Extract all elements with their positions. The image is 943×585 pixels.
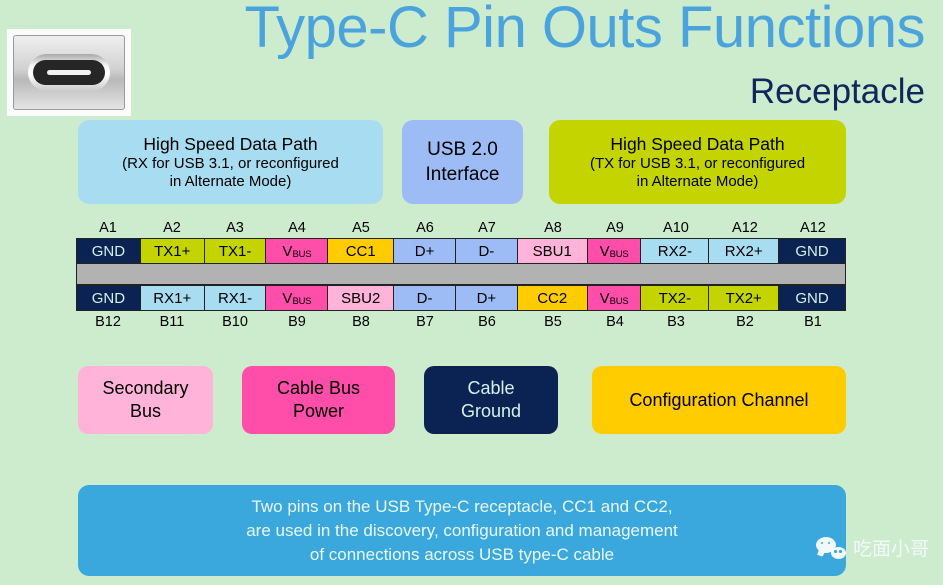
note-line1: Two pins on the USB Type-C receptacle, C… [251, 496, 673, 516]
note-box: Two pins on the USB Type-C receptacle, C… [78, 485, 846, 576]
connector-tongue [46, 70, 92, 75]
pin-cell: D- [394, 286, 456, 310]
pin-cell: RX2+ [709, 239, 780, 263]
watermark: 吃面小哥 [815, 534, 929, 561]
pin-cell: RX1+ [140, 286, 205, 310]
watermark-label: 吃面小哥 [852, 539, 929, 560]
callout-usb2-line1: USB 2.0 [427, 139, 498, 160]
pin-number-label: A10 [663, 220, 689, 236]
pin-cell: GND [77, 239, 141, 263]
pin-number-label: B2 [736, 314, 754, 330]
pin-cell: SBU2 [328, 286, 395, 310]
note-line2: are used in the discovery, configuration… [246, 520, 678, 540]
callout-rx-line1: High Speed Data Path [143, 133, 318, 154]
legend-secondary-bus: Secondary Bus [78, 366, 213, 434]
legend-secondary-bus-line1: Secondary [102, 378, 189, 398]
wechat-icon [815, 536, 846, 559]
callout-tx-line2: (TX for USB 3.1, or reconfigured [589, 154, 806, 172]
pin-number-label: B9 [288, 314, 306, 330]
pin-cell: RX1- [204, 286, 267, 310]
pin-cell: V BUS [266, 239, 329, 263]
pin-cell: D- [455, 239, 518, 263]
pin-cell: RX2- [641, 239, 710, 263]
callout-rx-line3: in Alternate Mode) [169, 172, 292, 190]
pin-cell: SBU1 [517, 239, 588, 263]
pin-row-divider [76, 264, 846, 285]
pin-row-a: GND TX1+ TX1- V BUS CC1 D+ D- SBU1 V BUS RX2- RX2+ GN… [76, 238, 846, 264]
legend-cable-bus-power: Cable Bus Power [242, 366, 395, 434]
legend-cable-bus-power-line2: Power [292, 401, 345, 421]
pin-number-label: B11 [159, 314, 185, 330]
pin-number-label: B7 [416, 314, 434, 330]
pin-number-label: B4 [606, 314, 624, 330]
callout-rx-line2: (RX for USB 3.1, or reconfigured [122, 154, 339, 172]
pin-cell: CC2 [517, 286, 588, 310]
usb-type-c-receptacle-icon [7, 29, 131, 116]
legend-cable-ground-line2: Ground [460, 401, 522, 421]
pin-number-label: A9 [606, 220, 624, 236]
pin-number-label: A4 [288, 220, 306, 236]
pin-number-label: B6 [478, 314, 496, 330]
pin-cell: TX1- [204, 239, 267, 263]
pin-number-label: A12 [800, 220, 826, 236]
callout-usb2-line2: Interface [425, 164, 500, 185]
pin-number-label: A7 [478, 220, 496, 236]
pin-number-label: B3 [667, 314, 685, 330]
pin-number-label: A12 [732, 220, 758, 236]
pin-table: GND TX1+ TX1- V BUS CC1 D+ D- SBU1 V BUS RX2- RX2+ GN… [76, 238, 846, 311]
pin-number-label: A5 [352, 220, 370, 236]
pin-cell: TX2- [641, 286, 710, 310]
pin-row-b: GND RX1+ RX1- V BUS SBU2 D- D+ CC2 V BUS TX2- TX2+ GN… [76, 285, 846, 311]
pin-number-label: B5 [544, 314, 562, 330]
connector-shell [13, 35, 125, 110]
legend-cable-ground-line1: Cable [467, 378, 515, 398]
pin-number-label: A6 [416, 220, 434, 236]
legend-cable-ground: Cable Ground [424, 366, 558, 434]
connector-port-outer [28, 53, 110, 92]
callout-high-speed-tx: High Speed Data Path (TX for USB 3.1, or… [549, 120, 846, 204]
pin-cell: TX2+ [709, 286, 780, 310]
note-line3: of connections across USB type-C cable [309, 544, 615, 564]
row-b-pin-labels: B12 B11 B10 B9 B8 B7 B6 B5 B4 B3 B2 B1 [76, 313, 846, 332]
callout-tx-line3: in Alternate Mode) [636, 172, 759, 190]
legend-secondary-bus-line2: Bus [129, 401, 162, 421]
page-title: Type-C Pin Outs Functions [244, 0, 925, 60]
page-subtitle: Receptacle [749, 72, 925, 111]
callout-high-speed-rx: High Speed Data Path (RX for USB 3.1, or… [78, 120, 383, 204]
pin-number-label: B10 [222, 314, 248, 330]
pin-number-label: B12 [95, 314, 121, 330]
callout-usb2-interface: USB 2.0 Interface [402, 120, 523, 204]
pin-cell: TX1+ [140, 239, 205, 263]
pin-cell: V BUS [587, 239, 642, 263]
pin-number-label: B1 [804, 314, 822, 330]
pin-cell: GND [779, 286, 845, 310]
pin-cell: V BUS [266, 286, 329, 310]
pin-cell: CC1 [328, 239, 395, 263]
legend-configuration-channel: Configuration Channel [592, 366, 846, 434]
connector-port-inner [33, 59, 105, 86]
pin-cell: GND [779, 239, 845, 263]
pin-number-label: A3 [226, 220, 244, 236]
pin-number-label: A2 [163, 220, 181, 236]
pin-cell: GND [77, 286, 141, 310]
row-a-pin-labels: A1 A2 A3 A4 A5 A6 A7 A8 A9 A10 A12 A12 [76, 219, 846, 238]
callout-tx-line1: High Speed Data Path [610, 133, 785, 154]
legend-configuration-channel-label: Configuration Channel [629, 389, 809, 410]
pin-cell: D+ [455, 286, 518, 310]
pin-cell: D+ [394, 239, 456, 263]
pin-number-label: A8 [544, 220, 562, 236]
pin-number-label: A1 [99, 220, 117, 236]
legend-cable-bus-power-line1: Cable Bus [276, 378, 361, 398]
pin-cell: V BUS [587, 286, 642, 310]
pin-number-label: B8 [352, 314, 370, 330]
